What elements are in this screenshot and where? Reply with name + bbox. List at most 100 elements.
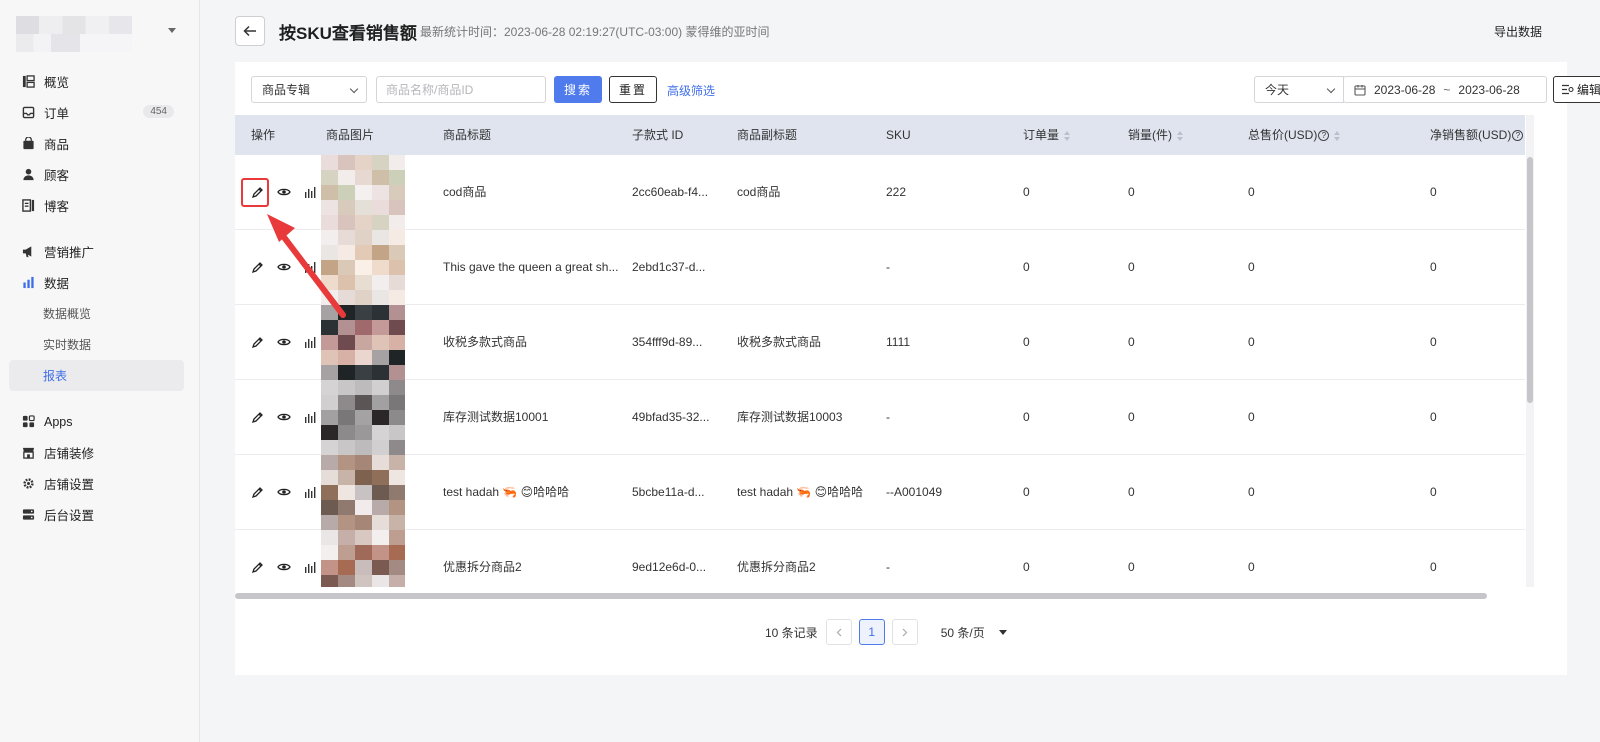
date-preset-select[interactable]: 今天: [1254, 76, 1344, 103]
edit-columns-button[interactable]: 编辑表头: [1553, 76, 1600, 103]
column-settings-icon: [1561, 84, 1574, 95]
products-icon: [22, 137, 35, 150]
col-quantity[interactable]: 销量(件): [1128, 115, 1184, 155]
sort-icon[interactable]: [1334, 130, 1341, 141]
date-separator: ~: [1443, 82, 1451, 97]
sku-sales-table: 操作 商品图片 商品标题 子款式 ID 商品副标题 SKU 订单量 销量(件) …: [235, 115, 1525, 587]
col-title: 商品标题: [443, 128, 492, 142]
nav-item-orders[interactable]: 订单 454: [0, 97, 200, 128]
advanced-filter-link[interactable]: 高级筛选: [667, 82, 715, 99]
view-icon[interactable]: [276, 559, 292, 575]
page-size-select[interactable]: 50 条/页: [941, 624, 1007, 641]
stats-icon[interactable]: [302, 184, 318, 200]
store-settings-icon: [22, 477, 35, 490]
cell-variant-id: 9ed12e6d-0...: [632, 560, 707, 574]
store-switcher[interactable]: [16, 16, 184, 52]
nav-item-products[interactable]: 商品: [0, 128, 200, 159]
col-net-sales-label: 净销售额(USD): [1430, 128, 1512, 142]
nav-item-store-settings[interactable]: 店铺设置: [0, 468, 200, 499]
col-subtitle: 商品副标题: [737, 128, 798, 142]
edit-icon[interactable]: [249, 484, 265, 500]
cell-gross: 0: [1248, 485, 1255, 499]
stats-icon[interactable]: [302, 409, 318, 425]
col-variant-id: 子款式 ID: [632, 128, 684, 142]
pagination: 10 条记录 1 50 条/页: [765, 619, 1007, 645]
help-icon[interactable]: ?: [1318, 130, 1330, 142]
orders-icon: [22, 106, 35, 119]
edit-icon[interactable]: [249, 559, 265, 575]
nav-label: 博客: [44, 200, 70, 214]
report-card: 商品专辑 搜索 重置 高级筛选 今天 2023-06-28 ~ 2023-06-…: [235, 62, 1600, 675]
sort-icon[interactable]: [1177, 130, 1184, 141]
stat-time: 最新统计时间：2023-06-28 02:19:27(UTC-03:00) 蒙得…: [420, 25, 770, 39]
reset-button[interactable]: 重置: [609, 76, 657, 103]
col-orders-label: 订单量: [1023, 128, 1060, 142]
product-search-input[interactable]: [376, 76, 546, 103]
edit-icon[interactable]: [249, 334, 265, 350]
table-row: test hadah 🦐 😊哈哈哈 5bcbe11a-d... test hadah…: [235, 455, 1525, 530]
page-button-current[interactable]: 1: [858, 619, 885, 645]
edit-icon[interactable]: [249, 409, 265, 425]
sort-icon[interactable]: [1064, 130, 1071, 141]
date-range-picker[interactable]: 2023-06-28 ~ 2023-06-28: [1343, 76, 1547, 103]
nav-label: 商品: [44, 138, 70, 152]
nav-label: 营销推广: [44, 246, 95, 260]
search-button[interactable]: 搜索: [554, 76, 602, 103]
cell-orders: 0: [1023, 185, 1030, 199]
col-net-sales[interactable]: 净销售额(USD)?: [1430, 115, 1524, 155]
nav-item-blog[interactable]: 博客: [0, 190, 200, 221]
horizontal-scrollbar[interactable]: [235, 593, 1487, 599]
nav-item-overview[interactable]: 概览: [0, 66, 200, 97]
vertical-scrollbar[interactable]: [1527, 157, 1533, 403]
export-data-button[interactable]: 导出数据: [1494, 23, 1542, 40]
product-thumbnail: [321, 380, 406, 455]
cell-net: 0: [1430, 410, 1437, 424]
cell-variant-id: 5bcbe11a-d...: [632, 485, 705, 499]
sidebar: 概览 订单 454 商品 顾客 博客 营销推广 数据 数据概览 实时数据 报表 …: [0, 0, 200, 742]
col-quantity-label: 销量(件): [1128, 128, 1172, 142]
view-icon[interactable]: [276, 334, 292, 350]
nav-sub-realtime-data[interactable]: 实时数据: [0, 329, 200, 360]
cell-net: 0: [1430, 560, 1437, 574]
back-button[interactable]: [235, 16, 265, 46]
cell-orders: 0: [1023, 410, 1030, 424]
view-icon[interactable]: [276, 484, 292, 500]
nav-sub-reports[interactable]: 报表: [9, 360, 184, 391]
nav-item-marketing[interactable]: 营销推广: [0, 236, 200, 267]
help-icon[interactable]: ?: [1512, 130, 1524, 142]
main-nav: 概览 订单 454 商品 顾客 博客 营销推广 数据 数据概览 实时数据 报表 …: [0, 66, 200, 530]
cell-sku: 1111: [886, 335, 911, 349]
chevron-left-icon: [836, 628, 842, 636]
stats-icon[interactable]: [302, 484, 318, 500]
cell-gross: 0: [1248, 335, 1255, 349]
cell-variant-id: 354fff9d-89...: [632, 335, 703, 349]
date-end: 2023-06-28: [1458, 82, 1520, 97]
view-icon[interactable]: [276, 409, 292, 425]
col-gross-sales-label: 总售价(USD): [1248, 128, 1318, 142]
prev-page-button[interactable]: [825, 619, 852, 645]
chevron-down-icon: [1326, 84, 1336, 94]
col-actions: 操作: [251, 128, 276, 142]
stats-icon[interactable]: [302, 334, 318, 350]
nav-item-data[interactable]: 数据: [0, 267, 200, 298]
view-icon[interactable]: [276, 184, 292, 200]
cell-title: 收税多款式商品: [443, 335, 528, 349]
next-page-button[interactable]: [891, 619, 918, 645]
cell-net: 0: [1430, 485, 1437, 499]
table-row: 优惠拆分商品2 9ed12e6d-0... 优惠拆分商品2 - 0 0 0 0: [235, 530, 1525, 587]
nav-item-apps[interactable]: Apps: [0, 406, 200, 437]
collection-select[interactable]: 商品专辑: [251, 76, 367, 103]
nav-item-customers[interactable]: 顾客: [0, 159, 200, 190]
col-orders[interactable]: 订单量: [1023, 115, 1071, 155]
cell-gross: 0: [1248, 185, 1255, 199]
col-gross-sales[interactable]: 总售价(USD)?: [1248, 115, 1341, 155]
stats-icon[interactable]: [302, 559, 318, 575]
cell-subtitle: cod商品: [737, 185, 781, 199]
product-thumbnail: [321, 455, 406, 530]
nav-label: 数据: [44, 277, 70, 291]
nav-sub-data-overview[interactable]: 数据概览: [0, 298, 200, 329]
nav-item-admin-settings[interactable]: 后台设置: [0, 499, 200, 530]
chevron-right-icon: [902, 628, 908, 636]
nav-item-store-decoration[interactable]: 店铺装修: [0, 437, 200, 468]
cell-net: 0: [1430, 260, 1437, 274]
